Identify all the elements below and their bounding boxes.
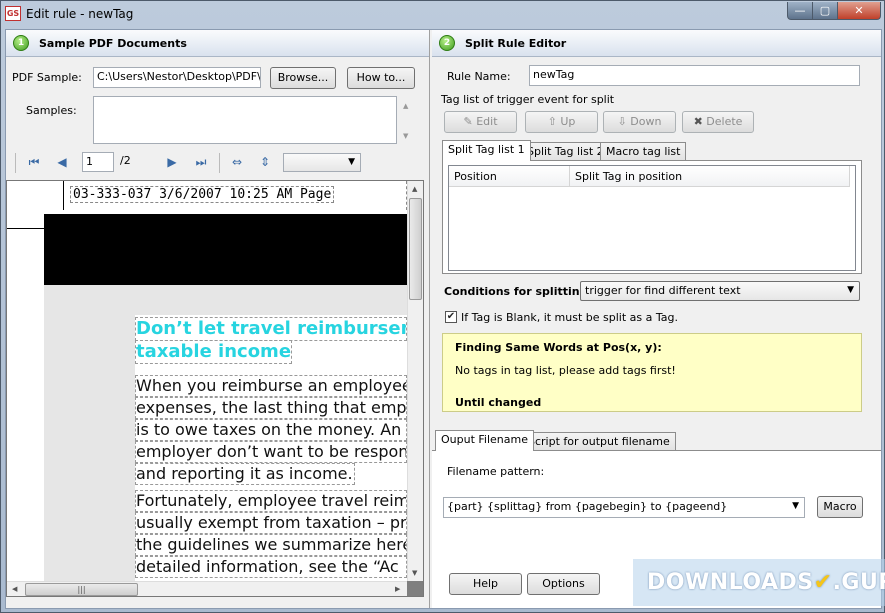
sample-pdf-title: Sample PDF Documents <box>39 37 187 50</box>
tag-list-label: Tag list of trigger event for split <box>441 93 615 106</box>
page-number-input[interactable]: 1 <box>82 152 114 172</box>
doc-para1-line: employer don’t want to be respon <box>135 441 407 463</box>
maximize-button[interactable]: ▢ <box>812 2 838 20</box>
doc-para2-line: detailed information, see the “Ac <box>135 556 407 578</box>
close-button[interactable]: ✕ <box>837 2 881 20</box>
rule-name-label: Rule Name: <box>447 70 511 83</box>
downloads-guru-watermark: DOWNLOADS✔.GURU <box>633 559 885 606</box>
blank-tag-checkbox-label: If Tag is Blank, it must be split as a T… <box>461 311 678 324</box>
client-area: 1 Sample PDF Documents PDF Sample: C:\Us… <box>5 29 882 609</box>
filename-pattern-value: {part} {splittag} from {pagebegin} to {p… <box>447 500 728 513</box>
down-button[interactable]: ⇩ Down <box>603 111 676 133</box>
checkmark-icon: ✔ <box>813 570 833 595</box>
vertical-scroll-thumb[interactable] <box>409 198 422 300</box>
tab-split-tag-list-1[interactable]: Split Tag list 1 <box>442 140 531 161</box>
chevron-down-icon: ▼ <box>847 285 854 295</box>
rule-name-input[interactable]: newTag <box>529 65 860 86</box>
finding-info-panel: Finding Same Words at Pos(x, y): No tags… <box>442 333 862 412</box>
doc-para1-line: and reporting it as income. <box>135 463 355 485</box>
app-icon: GS <box>5 6 21 21</box>
split-rule-editor-pane: 2 Split Rule Editor Rule Name: newTag Ta… <box>432 30 881 608</box>
scroll-right-icon[interactable]: ▶ <box>395 585 400 593</box>
window-title: Edit rule - newTag <box>26 7 134 21</box>
delete-button[interactable]: ✖ Delete <box>682 111 754 133</box>
how-to-button[interactable]: How to... <box>347 67 415 89</box>
split-tag-list-panel: Position Split Tag in position <box>442 160 862 274</box>
first-page-icon[interactable]: ⏮ <box>25 152 43 172</box>
doc-black-banner <box>44 214 407 285</box>
finding-info-message: No tags in tag list, please add tags fir… <box>455 364 676 377</box>
horizontal-scroll-thumb[interactable]: ||| <box>25 583 138 596</box>
scroll-down-icon[interactable]: ▼ <box>412 569 417 577</box>
last-page-icon[interactable]: ⏭ <box>192 152 210 172</box>
arrow-up-icon: ⇧ <box>547 115 561 128</box>
next-page-icon[interactable]: ▶ <box>163 152 181 172</box>
step-one-badge: 1 <box>13 35 29 51</box>
fit-width-icon[interactable]: ⇔ <box>228 152 246 172</box>
doc-para2-line: the guidelines we summarize here <box>135 534 407 556</box>
samples-scroll-down-icon[interactable]: ▼ <box>403 132 408 140</box>
doc-para2-line: usually exempt from taxation – pr <box>135 512 407 534</box>
zoom-select[interactable]: ▼ <box>283 153 361 172</box>
pdf-preview[interactable]: 03-333-037 3/6/2007 10:25 AM Page Don’t … <box>6 180 424 597</box>
up-button[interactable]: ⇧ Up <box>525 111 598 133</box>
chevron-down-icon: ▼ <box>792 501 799 511</box>
sample-pdf-header: 1 Sample PDF Documents <box>6 30 429 57</box>
pdf-page: 03-333-037 3/6/2007 10:25 AM Page Don’t … <box>7 181 407 581</box>
split-tag-table[interactable]: Position Split Tag in position <box>448 165 856 271</box>
edit-button[interactable]: ✎ Edit <box>444 111 517 133</box>
doc-para1-line: expenses, the last thing that emp <box>135 397 407 419</box>
minimize-button[interactable]: — <box>787 2 813 20</box>
blank-tag-checkbox[interactable]: ✔ <box>445 311 457 323</box>
pdf-navigation-toolbar: ⏮ ◀ 1 /2 ▶ ⏭ ⇔ ⇕ ▼ <box>6 152 430 174</box>
samples-label: Samples: <box>26 104 77 117</box>
tab-macro-tag-list[interactable]: Macro tag list <box>600 142 687 161</box>
help-button[interactable]: Help <box>449 573 522 595</box>
doc-headline-1: Don’t let travel reimbursem <box>135 317 407 341</box>
doc-para1-line: is to owe taxes on the money. An <box>135 419 407 441</box>
page-total: /2 <box>120 154 131 167</box>
tab-script-output-filename[interactable]: Script for output filename <box>522 432 676 451</box>
filename-pattern-label: Filename pattern: <box>447 465 545 478</box>
conditions-label: Conditions for splitting: <box>444 285 592 298</box>
options-button[interactable]: Options <box>527 573 600 595</box>
doc-para2-line: Fortunately, employee travel reim <box>135 490 407 512</box>
chevron-down-icon: ▼ <box>348 157 355 167</box>
doc-header-line: 03-333-037 3/6/2007 10:25 AM Page <box>63 181 407 210</box>
split-rule-header: 2 Split Rule Editor <box>432 30 881 57</box>
pdf-sample-label: PDF Sample: <box>12 71 82 84</box>
tab-split-tag-list-2[interactable]: Split Tag list 2 <box>521 142 610 161</box>
macro-button[interactable]: Macro <box>817 496 863 518</box>
scroll-left-icon[interactable]: ◀ <box>12 585 17 593</box>
samples-scroll-up-icon[interactable]: ▲ <box>403 102 408 110</box>
conditions-value: trigger for find different text <box>585 284 741 297</box>
fit-height-icon[interactable]: ⇕ <box>256 152 274 172</box>
preview-vertical-scrollbar[interactable]: ▲ ▼ <box>407 181 423 581</box>
tab-output-filename[interactable]: Ouput Filename <box>435 430 534 451</box>
doc-rule-line <box>7 228 45 229</box>
title-bar[interactable]: GS Edit rule - newTag — ▢ ✕ <box>1 1 884 27</box>
split-rule-title: Split Rule Editor <box>465 37 567 50</box>
edit-rule-window: GS Edit rule - newTag — ▢ ✕ 1 Sample PDF… <box>0 0 885 613</box>
samples-list[interactable] <box>93 96 397 144</box>
column-header-position[interactable]: Position <box>449 166 570 187</box>
edit-icon: ✎ <box>463 115 477 128</box>
delete-x-icon: ✖ <box>693 115 707 128</box>
doc-para1-line: When you reimburse an employee <box>135 375 407 397</box>
sample-pdf-pane: 1 Sample PDF Documents PDF Sample: C:\Us… <box>6 30 430 608</box>
browse-button[interactable]: Browse... <box>270 67 336 89</box>
doc-headline-2: taxable income <box>135 340 293 364</box>
conditions-select[interactable]: trigger for find different text ▼ <box>580 281 860 301</box>
finding-info-title: Finding Same Words at Pos(x, y): <box>455 341 662 354</box>
preview-horizontal-scrollbar[interactable]: ◀ ||| ▶ <box>7 581 407 596</box>
arrow-down-icon: ⇩ <box>617 115 631 128</box>
column-header-split-tag[interactable]: Split Tag in position <box>570 166 850 187</box>
scroll-up-icon[interactable]: ▲ <box>412 185 417 193</box>
filename-pattern-select[interactable]: {part} {splittag} from {pagebegin} to {p… <box>443 497 805 518</box>
finding-info-footer: Until changed <box>455 396 542 409</box>
prev-page-icon[interactable]: ◀ <box>53 152 71 172</box>
step-two-badge: 2 <box>439 35 455 51</box>
pdf-sample-path-input[interactable]: C:\Users\Nestor\Desktop\PDF\03 <box>93 67 261 88</box>
